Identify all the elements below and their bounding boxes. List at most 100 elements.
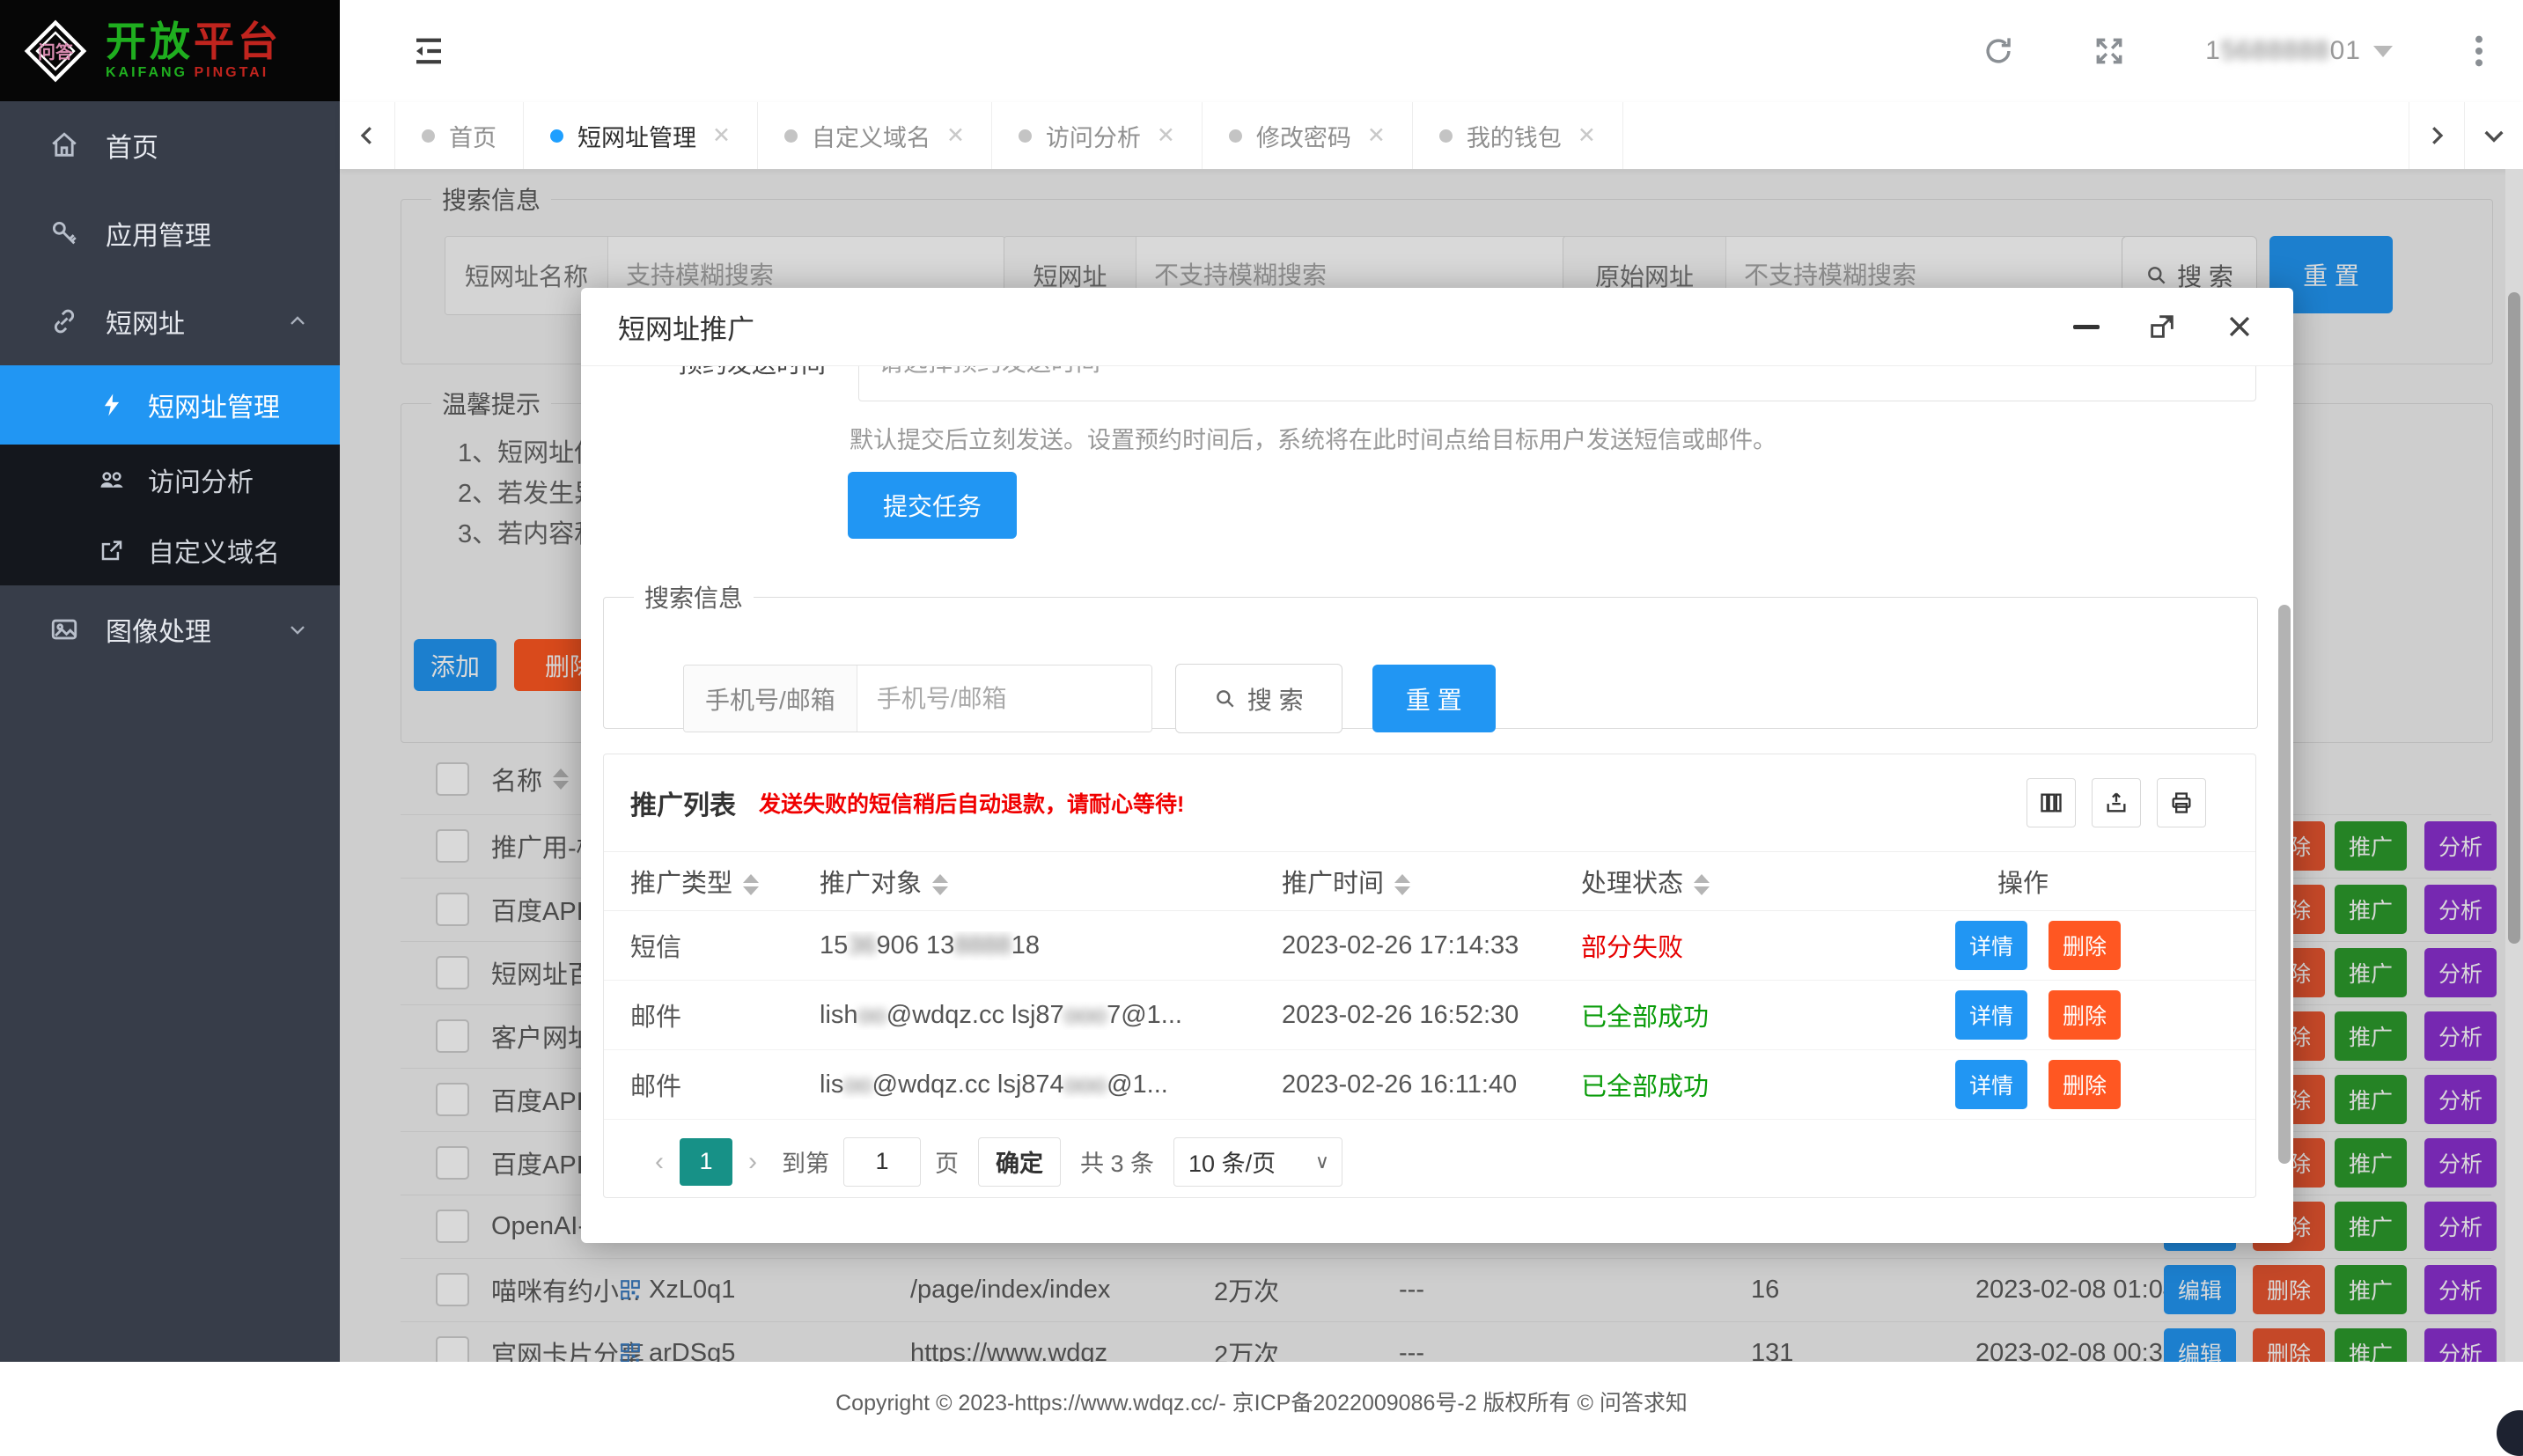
send-time-input[interactable]: 请选择预约发送时间	[858, 366, 2256, 401]
footer-text: Copyright © 2023-https://www.wdqz.cc/- 京…	[835, 1386, 1688, 1417]
export-icon[interactable]	[2092, 778, 2141, 827]
page-confirm-button[interactable]: 确定	[978, 1137, 1061, 1187]
sidebar-item-应用管理[interactable]: 应用管理	[0, 189, 340, 277]
page-size-value: 10 条/页	[1188, 1144, 1276, 1179]
user-menu[interactable]: 1568888801	[2205, 36, 2393, 66]
tab-dot-icon	[550, 129, 563, 143]
详情-button[interactable]: 详情	[1955, 1060, 2027, 1109]
promotion-type: 短信	[630, 927, 820, 964]
tab-close-icon[interactable]: ✕	[1367, 122, 1386, 149]
redacted-text: oo	[843, 1070, 872, 1099]
tabs-scroll-right[interactable]	[2409, 102, 2464, 169]
page-jump-input[interactable]	[843, 1137, 921, 1187]
tab-短网址管理[interactable]: 短网址管理✕	[524, 102, 758, 169]
sidebar-item-自定义域名[interactable]: 自定义域名	[0, 515, 340, 585]
page-total: 共 3 条	[1080, 1144, 1154, 1179]
promotion-target: lishoo@wdqz.cc lsj87ooo7@1...	[820, 1001, 1282, 1030]
sort-icon[interactable]	[932, 874, 948, 895]
status-badge: 部分失败	[1581, 927, 1955, 964]
fullscreen-icon[interactable]	[2093, 34, 2126, 68]
tab-label: 首页	[449, 119, 497, 153]
page-prev[interactable]: ‹	[655, 1147, 664, 1177]
minimize-icon[interactable]	[2073, 325, 2100, 329]
top-header: 1568888801	[340, 0, 2523, 102]
sidebar-item-短网址管理[interactable]: 短网址管理	[0, 365, 340, 445]
submit-task-button[interactable]: 提交任务	[848, 472, 1017, 539]
page-next[interactable]: ›	[748, 1147, 757, 1177]
sidebar-item-label: 图像处理	[106, 610, 211, 649]
tab-首页[interactable]: 首页	[395, 102, 524, 169]
modal-search-button[interactable]: 搜 索	[1175, 664, 1342, 733]
tab-访问分析[interactable]: 访问分析✕	[992, 102, 1203, 169]
external-icon	[99, 537, 125, 563]
tab-dot-icon	[422, 129, 435, 143]
brand-en-red: PINGTAI	[194, 65, 268, 80]
详情-button[interactable]: 详情	[1955, 921, 2027, 970]
tab-close-icon[interactable]: ✕	[712, 122, 731, 149]
tab-自定义域名[interactable]: 自定义域名✕	[758, 102, 992, 169]
tab-close-icon[interactable]: ✕	[1578, 122, 1596, 149]
column-处理状态: 处理状态	[1581, 863, 1955, 900]
tab-label: 我的钱包	[1467, 119, 1562, 153]
删除-button[interactable]: 删除	[2049, 921, 2121, 970]
search-icon	[1214, 688, 1237, 710]
promotion-target: 1536906 13888818	[820, 931, 1282, 960]
sort-icon[interactable]	[1694, 874, 1710, 895]
link-icon	[49, 306, 79, 336]
sidebar-item-label: 首页	[106, 126, 158, 165]
tab-close-icon[interactable]: ✕	[946, 122, 965, 149]
modal-scrollbar[interactable]	[2278, 605, 2291, 1164]
brand-cn-red: 平台	[194, 18, 282, 64]
row-actions: 详情删除	[1955, 990, 2255, 1040]
promotion-time: 2023-02-26 16:11:40	[1282, 1070, 1581, 1099]
sidebar-item-label: 自定义域名	[148, 531, 280, 570]
sidebar-item-图像处理[interactable]: 图像处理	[0, 585, 340, 673]
status-badge: 已全部成功	[1581, 1066, 1955, 1103]
sort-icon[interactable]	[1394, 874, 1410, 895]
modal-search-button-label: 搜 索	[1247, 681, 1304, 717]
submit-task-label: 提交任务	[883, 488, 982, 523]
promotion-target: lisoo@wdqz.cc lsj874ooo@1...	[820, 1070, 1282, 1099]
sidebar-item-访问分析[interactable]: 访问分析	[0, 445, 340, 515]
page-scrollbar-track[interactable]	[2505, 169, 2523, 1362]
kebab-menu-icon[interactable]	[2474, 33, 2484, 69]
plain-text: 18	[1011, 931, 1040, 960]
tabs-scroll-left[interactable]	[340, 102, 395, 169]
tab-我的钱包[interactable]: 我的钱包 ✕	[1413, 102, 1623, 169]
sidebar-item-首页[interactable]: 首页	[0, 101, 340, 189]
tab-修改密码[interactable]: 修改密码✕	[1203, 102, 1413, 169]
modal-search-input[interactable]	[857, 665, 1151, 732]
page-current[interactable]: 1	[680, 1138, 732, 1186]
详情-button[interactable]: 详情	[1955, 990, 2027, 1040]
sidebar-collapse-icon[interactable]	[410, 33, 447, 70]
page-size-select[interactable]: 10 条/页 ∨	[1173, 1137, 1342, 1187]
header-actions: 1568888801	[1982, 33, 2523, 69]
close-icon[interactable]	[2225, 312, 2255, 342]
modal-search-addon: 手机号/邮箱	[684, 665, 857, 732]
chevron-up-icon	[285, 309, 310, 334]
plain-text: 01	[2330, 36, 2361, 65]
print-icon[interactable]	[2157, 778, 2206, 827]
select-caret-icon: ∨	[1315, 1151, 1329, 1173]
key-icon	[49, 218, 79, 248]
sort-icon[interactable]	[743, 874, 759, 895]
columns-icon[interactable]	[2026, 778, 2076, 827]
删除-button[interactable]: 删除	[2049, 990, 2121, 1040]
promotion-table-rows: 短信1536906 138888182023-02-26 17:14:33部分失…	[604, 911, 2255, 1120]
refresh-icon[interactable]	[1982, 34, 2015, 68]
tab-close-icon[interactable]: ✕	[1157, 122, 1175, 149]
modal-title: 短网址推广	[618, 307, 754, 347]
chevron-down-icon	[285, 617, 310, 642]
maximize-icon[interactable]	[2147, 312, 2177, 342]
column-操作: 操作	[1955, 863, 2255, 900]
tabs-dropdown[interactable]	[2464, 102, 2523, 169]
modal-reset-button[interactable]: 重 置	[1372, 665, 1496, 732]
plain-text: 7@1...	[1107, 1001, 1182, 1029]
promotion-time: 2023-02-26 17:14:33	[1282, 931, 1581, 960]
status-badge: 已全部成功	[1581, 996, 1955, 1033]
page-jump-suffix: 页	[935, 1144, 959, 1179]
page-scrollbar-thumb[interactable]	[2508, 292, 2520, 944]
sidebar-item-短网址[interactable]: 短网址	[0, 277, 340, 365]
send-time-placeholder: 请选择预约发送时间	[879, 366, 1100, 379]
删除-button[interactable]: 删除	[2049, 1060, 2121, 1109]
